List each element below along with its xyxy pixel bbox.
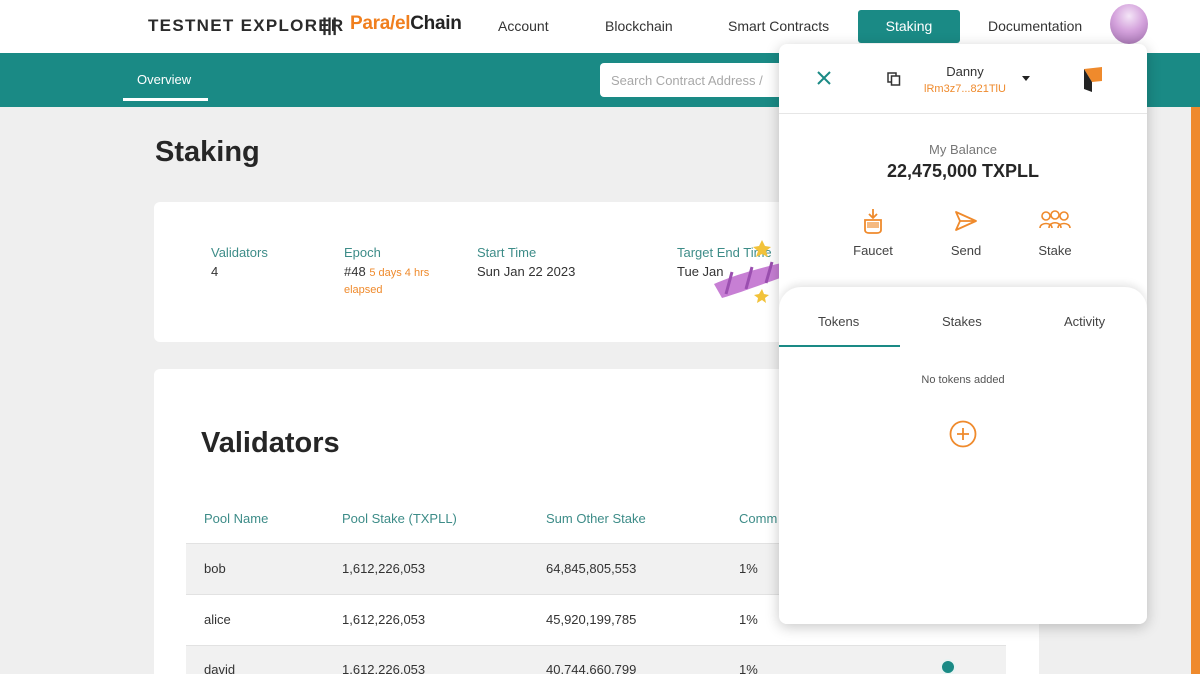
nav-documentation[interactable]: Documentation xyxy=(988,18,1082,34)
side-strip-cap xyxy=(1191,0,1200,53)
user-avatar[interactable] xyxy=(1110,4,1148,44)
start-time-label: Start Time xyxy=(477,245,537,260)
brand-title[interactable]: TESTNET EXPLORER xyxy=(148,16,345,36)
commission-cell: 1% xyxy=(739,662,758,674)
balance-value: 22,475,000 TXPLL xyxy=(886,161,1040,181)
send-label: Send xyxy=(950,243,982,258)
nav-staking[interactable]: Staking xyxy=(858,10,960,43)
validator-pool-icon[interactable] xyxy=(940,659,956,674)
nav-account[interactable]: Account xyxy=(498,18,549,34)
pool-stake-cell: 1,612,226,053 xyxy=(342,561,426,576)
validators-title: Validators xyxy=(201,427,340,459)
commission-cell: 1% xyxy=(739,561,758,576)
wallet-popup: Danny lRm3z7...821TlU My Balance 22,475,… xyxy=(779,44,1147,624)
tab-stakes[interactable]: Stakes xyxy=(942,314,982,329)
other-stake-cell: 45,920,199,785 xyxy=(546,612,637,627)
send-button[interactable]: Send xyxy=(931,208,1001,258)
wallet-tabs-panel: Tokens Stakes Activity No tokens added xyxy=(779,287,1147,624)
empty-tokens-message: No tokens added xyxy=(921,374,1005,386)
wallet-account-name[interactable]: Danny xyxy=(919,64,1011,79)
logo-text-part3: Chain xyxy=(410,13,462,34)
copy-icon[interactable] xyxy=(887,72,901,86)
pool-name-cell[interactable]: david xyxy=(204,662,235,674)
stake-button[interactable]: Stake xyxy=(1020,208,1090,258)
send-icon xyxy=(955,211,977,231)
column-header-commission: Comm xyxy=(739,511,778,526)
tab-tokens-underline xyxy=(779,345,900,347)
faucet-icon xyxy=(864,209,882,234)
epoch-value: #48 5 days 4 hrs xyxy=(344,264,429,279)
column-header-sum-other-stake: Sum Other Stake xyxy=(546,511,646,526)
add-token-icon[interactable] xyxy=(949,420,977,448)
other-stake-cell: 64,845,805,553 xyxy=(546,561,637,576)
epoch-label: Epoch xyxy=(344,245,381,260)
nav-blockchain[interactable]: Blockchain xyxy=(605,18,673,34)
logo-text-part1: Para xyxy=(350,13,391,34)
parallelchain-logo[interactable]: Para/elChain xyxy=(350,13,462,35)
faucet-label: Faucet xyxy=(853,243,893,258)
start-time-value: Sun Jan 22 2023 xyxy=(477,264,576,279)
search-placeholder: Search Contract Address / xyxy=(611,73,763,88)
validators-count-value: 4 xyxy=(211,264,219,279)
tab-tokens[interactable]: Tokens xyxy=(818,314,859,329)
validators-count-label: Validators xyxy=(211,245,268,260)
column-header-pool-stake: Pool Stake (TXPLL) xyxy=(342,511,457,526)
balance-label: My Balance xyxy=(929,142,997,157)
chevron-down-icon[interactable] xyxy=(1022,76,1030,81)
tab-overview[interactable]: Overview xyxy=(137,72,191,87)
close-icon[interactable] xyxy=(817,71,831,85)
wallet-address[interactable]: lRm3z7...821TlU xyxy=(919,83,1011,95)
epoch-elapsed-suffix: elapsed xyxy=(344,284,383,296)
column-header-pool-name: Pool Name xyxy=(204,511,269,526)
nav-smart-contracts[interactable]: Smart Contracts xyxy=(728,18,829,34)
people-icon xyxy=(1039,210,1071,229)
search-input[interactable]: Search Contract Address / xyxy=(600,63,800,97)
faucet-button[interactable]: Faucet xyxy=(838,208,908,258)
commission-cell: 1% xyxy=(739,612,758,627)
parallelchain-logo-icon xyxy=(1084,67,1102,92)
logo-text-part2: /el xyxy=(390,13,411,34)
brand-separator: ||| xyxy=(322,15,338,35)
tab-overview-underline xyxy=(123,98,208,101)
wallet-header: Danny lRm3z7...821TlU xyxy=(779,44,1147,114)
epoch-number: #48 xyxy=(344,264,366,279)
pool-stake-cell: 1,612,226,053 xyxy=(342,612,426,627)
epoch-elapsed: 5 days 4 hrs xyxy=(369,267,430,279)
tab-activity[interactable]: Activity xyxy=(1064,314,1105,329)
pool-name-cell[interactable]: alice xyxy=(204,612,231,627)
page-title: Staking xyxy=(155,136,260,168)
stake-label: Stake xyxy=(1038,243,1072,258)
other-stake-cell: 40,744,660,799 xyxy=(546,662,637,674)
pool-stake-cell: 1,612,226,053 xyxy=(342,662,426,674)
pool-name-cell[interactable]: bob xyxy=(204,561,226,576)
